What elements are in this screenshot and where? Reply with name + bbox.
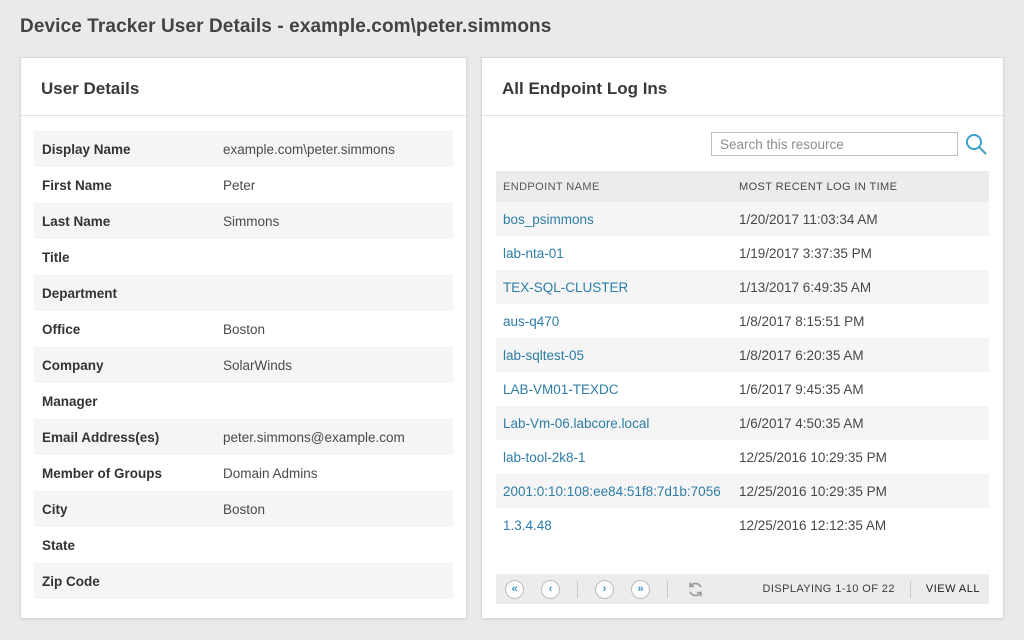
detail-value: Peter <box>223 177 256 193</box>
detail-value: Simmons <box>223 213 280 229</box>
detail-label: Company <box>42 357 104 373</box>
endpoint-link[interactable]: Lab-Vm-06.labcore.local <box>503 416 649 431</box>
pagination-bar: « ‹ › » DISPLAYING 1-10 OF 22 VIEW ALL <box>496 574 989 604</box>
login-time: 12/25/2016 10:29:35 PM <box>739 449 887 465</box>
detail-row-first-name: First Name Peter <box>34 167 453 203</box>
detail-label: Zip Code <box>42 573 100 589</box>
page-title: Device Tracker User Details - example.co… <box>20 16 552 37</box>
detail-label: Office <box>42 321 81 337</box>
detail-value: SolarWinds <box>223 357 293 373</box>
detail-row-company: Company SolarWinds <box>34 347 453 383</box>
login-time: 1/8/2017 6:20:35 AM <box>739 347 864 363</box>
view-all-button[interactable]: VIEW ALL <box>926 583 980 595</box>
pager-divider <box>577 580 578 598</box>
detail-row-display-name: Display Name example.com\peter.simmons <box>34 131 453 167</box>
detail-row-last-name: Last Name Simmons <box>34 203 453 239</box>
detail-label: Last Name <box>42 213 111 229</box>
table-row: 2001:0:10:108:ee84:51f8:7d1b:7056 12/25/… <box>496 474 989 508</box>
pager-divider <box>909 580 911 598</box>
detail-row-office: Office Boston <box>34 311 453 347</box>
endpoint-logins-heading: All Endpoint Log Ins <box>482 58 1003 116</box>
detail-row-state: State <box>34 527 453 563</box>
detail-label: Email Address(es) <box>42 429 160 445</box>
table-row: TEX-SQL-CLUSTER 1/13/2017 6:49:35 AM <box>496 270 989 304</box>
pager-divider <box>667 580 668 598</box>
login-time: 1/19/2017 3:37:35 PM <box>739 245 872 261</box>
detail-value: peter.simmons@example.com <box>223 429 405 445</box>
table-row: 1.3.4.48 12/25/2016 12:12:35 AM <box>496 508 989 542</box>
endpoint-link[interactable]: lab-sqltest-05 <box>503 348 584 363</box>
login-time: 1/6/2017 4:50:35 AM <box>739 415 864 431</box>
user-details-list: Display Name example.com\peter.simmons F… <box>34 131 453 599</box>
displaying-status: DISPLAYING 1-10 OF 22 <box>762 583 895 595</box>
table-row: Lab-Vm-06.labcore.local 1/6/2017 4:50:35… <box>496 406 989 440</box>
endpoint-link[interactable]: aus-q470 <box>503 314 559 329</box>
login-time: 1/13/2017 6:49:35 AM <box>739 279 872 295</box>
detail-row-department: Department <box>34 275 453 311</box>
last-page-button[interactable]: » <box>631 579 650 599</box>
detail-label: Title <box>42 249 70 265</box>
login-time: 12/25/2016 12:12:35 AM <box>739 517 887 533</box>
endpoint-link[interactable]: bos_psimmons <box>503 212 594 227</box>
login-time: 12/25/2016 10:29:35 PM <box>739 483 887 499</box>
refresh-icon[interactable] <box>685 579 705 599</box>
detail-label: State <box>42 537 76 553</box>
detail-value: example.com\peter.simmons <box>223 141 395 157</box>
detail-row-email: Email Address(es) peter.simmons@example.… <box>34 419 453 455</box>
detail-row-city: City Boston <box>34 491 453 527</box>
endpoint-link[interactable]: TEX-SQL-CLUSTER <box>503 280 628 295</box>
detail-row-member-of-groups: Member of Groups Domain Admins <box>34 455 453 491</box>
detail-value: Boston <box>223 501 266 517</box>
endpoint-link[interactable]: 1.3.4.48 <box>503 518 552 533</box>
previous-page-button[interactable]: ‹ <box>541 579 560 599</box>
column-header-endpoint-name: ENDPOINT NAME <box>503 180 600 193</box>
endpoint-link[interactable]: LAB-VM01-TEXDC <box>503 382 619 397</box>
login-time: 1/6/2017 9:45:35 AM <box>739 381 864 397</box>
detail-value: Domain Admins <box>223 465 318 481</box>
detail-row-zip-code: Zip Code <box>34 563 453 599</box>
detail-label: Member of Groups <box>42 465 163 481</box>
search-input[interactable] <box>711 132 958 156</box>
first-page-button[interactable]: « <box>505 579 524 599</box>
login-time: 1/8/2017 8:15:51 PM <box>739 313 865 329</box>
search-row <box>496 132 989 156</box>
table-row: bos_psimmons 1/20/2017 11:03:34 AM <box>496 202 989 236</box>
detail-label: Manager <box>42 393 98 409</box>
endpoint-link[interactable]: lab-nta-01 <box>503 246 564 261</box>
endpoint-logins-table: ENDPOINT NAME MOST RECENT LOG IN TIME bo… <box>496 171 989 542</box>
detail-label: Display Name <box>42 141 131 157</box>
detail-row-title: Title <box>34 239 453 275</box>
detail-label: City <box>42 501 68 517</box>
table-row: LAB-VM01-TEXDC 1/6/2017 9:45:35 AM <box>496 372 989 406</box>
endpoint-logins-panel: All Endpoint Log Ins ENDPOINT NAME MOST … <box>481 57 1004 619</box>
detail-label: First Name <box>42 177 112 193</box>
detail-value: Boston <box>223 321 266 337</box>
table-row: lab-sqltest-05 1/8/2017 6:20:35 AM <box>496 338 989 372</box>
search-icon[interactable] <box>963 131 989 157</box>
user-details-heading: User Details <box>21 58 466 116</box>
login-time: 1/20/2017 11:03:34 AM <box>739 211 878 227</box>
table-row: lab-tool-2k8-1 12/25/2016 10:29:35 PM <box>496 440 989 474</box>
endpoint-link[interactable]: lab-tool-2k8-1 <box>503 450 586 465</box>
column-header-recent-login-time: MOST RECENT LOG IN TIME <box>739 180 898 193</box>
table-row: aus-q470 1/8/2017 8:15:51 PM <box>496 304 989 338</box>
table-header-row: ENDPOINT NAME MOST RECENT LOG IN TIME <box>496 171 989 202</box>
endpoint-link[interactable]: 2001:0:10:108:ee84:51f8:7d1b:7056 <box>503 484 721 499</box>
user-details-panel: User Details Display Name example.com\pe… <box>20 57 467 619</box>
table-row: lab-nta-01 1/19/2017 3:37:35 PM <box>496 236 989 270</box>
next-page-button[interactable]: › <box>595 579 614 599</box>
detail-label: Department <box>42 285 118 301</box>
detail-row-manager: Manager <box>34 383 453 419</box>
